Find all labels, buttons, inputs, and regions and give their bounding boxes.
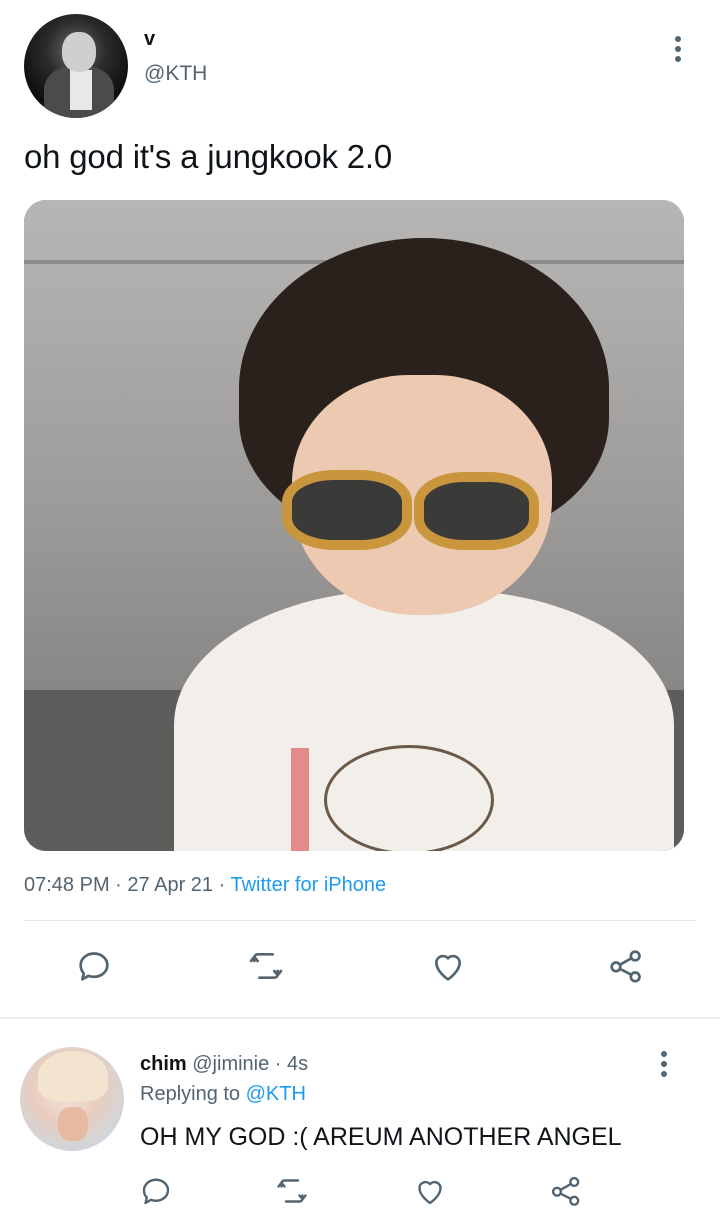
reply-icon[interactable] [74,946,114,986]
reply-text: OH MY GOD :( AREUM ANOTHER ANGEL [140,1123,622,1151]
more-options-icon[interactable] [666,34,690,64]
tweet-source-link[interactable]: Twitter for iPhone [230,874,386,896]
reply-age: 4s [287,1053,309,1075]
heart-icon[interactable] [428,946,468,986]
replying-mention-link[interactable]: @KTH [246,1083,306,1105]
author-handle[interactable]: @KTH [144,62,207,86]
main-tweet: v @KTH oh god it's a jungkook 2.0 07:48 … [0,0,720,1018]
reply-author-avatar[interactable] [20,1047,124,1151]
share-icon[interactable] [548,1173,584,1209]
reply-author-name[interactable]: chim [140,1053,187,1075]
retweet-icon[interactable] [274,1173,310,1209]
replying-label: Replying to [140,1083,241,1105]
reply-more-options-icon[interactable] [652,1049,676,1079]
meta-separator: · [274,1053,282,1075]
reply-tweet: chim @jiminie · 4s Replying to @KTH OH M… [0,1019,720,1226]
heart-icon[interactable] [412,1173,448,1209]
meta-separator: · [115,874,122,896]
tweet-time: 07:48 PM [24,874,110,896]
reply-header: chim @jiminie · 4s [140,1053,308,1076]
author-avatar[interactable] [24,14,128,118]
reply-icon[interactable] [138,1173,174,1209]
tweet-meta: 07:48 PM · 27 Apr 21 · Twitter for iPhon… [24,874,386,897]
author-name[interactable]: v [144,28,155,51]
tweet-date: 27 Apr 21 [127,874,214,896]
share-icon[interactable] [606,946,646,986]
meta-separator: · [218,874,226,896]
divider [24,920,696,921]
reply-author-handle[interactable]: @jiminie [192,1053,269,1075]
tweet-text: oh god it's a jungkook 2.0 [24,138,393,175]
tweet-photo[interactable] [24,200,684,851]
retweet-icon[interactable] [246,946,286,986]
replying-to: Replying to @KTH [140,1083,306,1106]
